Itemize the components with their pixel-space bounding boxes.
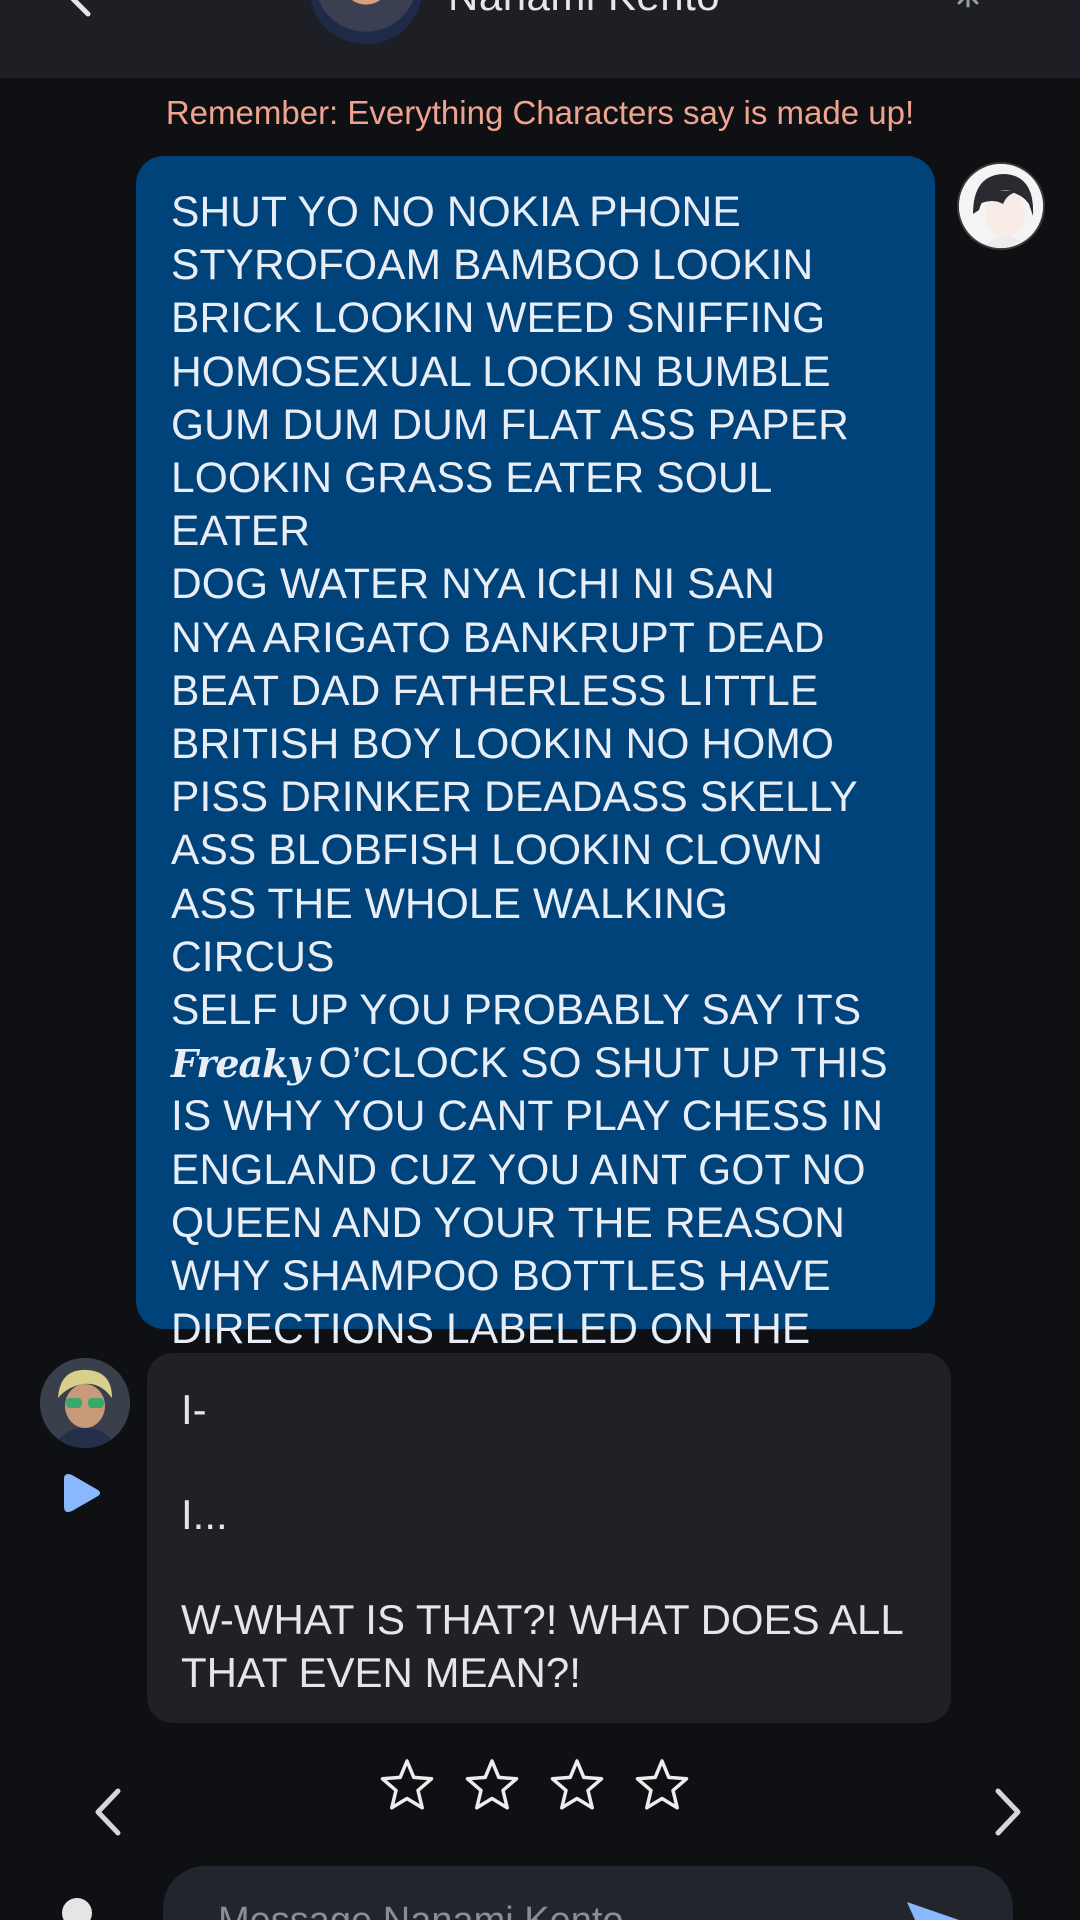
send-icon[interactable] bbox=[903, 1898, 963, 1920]
user-message-part-2: O’CLOCK SO SHUT UP THIS IS WHY YOU CANT … bbox=[171, 1040, 888, 1406]
bot-message-bubble[interactable]: I- I... W-WHAT IS THAT?! WHAT DOES ALL T… bbox=[147, 1353, 951, 1723]
rating-stars bbox=[378, 1757, 691, 1823]
bot-message-line: THAT EVEN MEAN?! bbox=[181, 1649, 581, 1696]
star-outline-icon[interactable] bbox=[378, 1757, 436, 1815]
chat-screen: Nanami Kento Remember: Everything Charac… bbox=[0, 0, 1080, 1920]
disclaimer-text: Remember: Everything Characters say is m… bbox=[165, 94, 915, 131]
styled-word: Freaky bbox=[171, 1041, 310, 1087]
avatar-dot-icon bbox=[62, 1898, 92, 1920]
user-message-bubble[interactable]: SHUT YO NO NOKIA PHONE STYROFOAM BAMBOO … bbox=[136, 156, 935, 1406]
star-outline-icon[interactable] bbox=[463, 1757, 521, 1815]
character-avatar[interactable] bbox=[310, 0, 422, 44]
bot-message-line: W-WHAT IS THAT?! WHAT DOES ALL bbox=[181, 1596, 904, 1643]
user-message-part-1: SHUT YO NO NOKIA PHONE STYROFOAM BAMBOO … bbox=[171, 189, 862, 1035]
chat-header: Nanami Kento bbox=[0, 0, 1080, 78]
message-input-bar[interactable]: Message Nanami Kento... bbox=[163, 1866, 1013, 1920]
bot-message-line: I... bbox=[181, 1491, 228, 1538]
user-message-text: SHUT YO NO NOKIA PHONE STYROFOAM BAMBOO … bbox=[171, 186, 895, 1410]
chevron-right-icon[interactable] bbox=[990, 1787, 1026, 1837]
star-outline-icon[interactable] bbox=[633, 1757, 691, 1815]
star-outline-icon[interactable] bbox=[548, 1757, 606, 1815]
bot-message-line: I- bbox=[181, 1386, 207, 1433]
chevron-left-icon[interactable] bbox=[62, 0, 102, 18]
sparkle-icon[interactable] bbox=[950, 0, 986, 10]
user-avatar[interactable] bbox=[957, 162, 1045, 250]
bot-avatar[interactable] bbox=[40, 1358, 130, 1448]
play-icon[interactable] bbox=[62, 1470, 102, 1516]
message-input[interactable]: Message Nanami Kento... bbox=[218, 1900, 655, 1920]
character-name[interactable]: Nanami Kento bbox=[448, 0, 720, 20]
bot-avatar-image bbox=[40, 1358, 130, 1448]
chevron-left-icon[interactable] bbox=[90, 1787, 126, 1837]
user-avatar-image bbox=[959, 164, 1043, 248]
